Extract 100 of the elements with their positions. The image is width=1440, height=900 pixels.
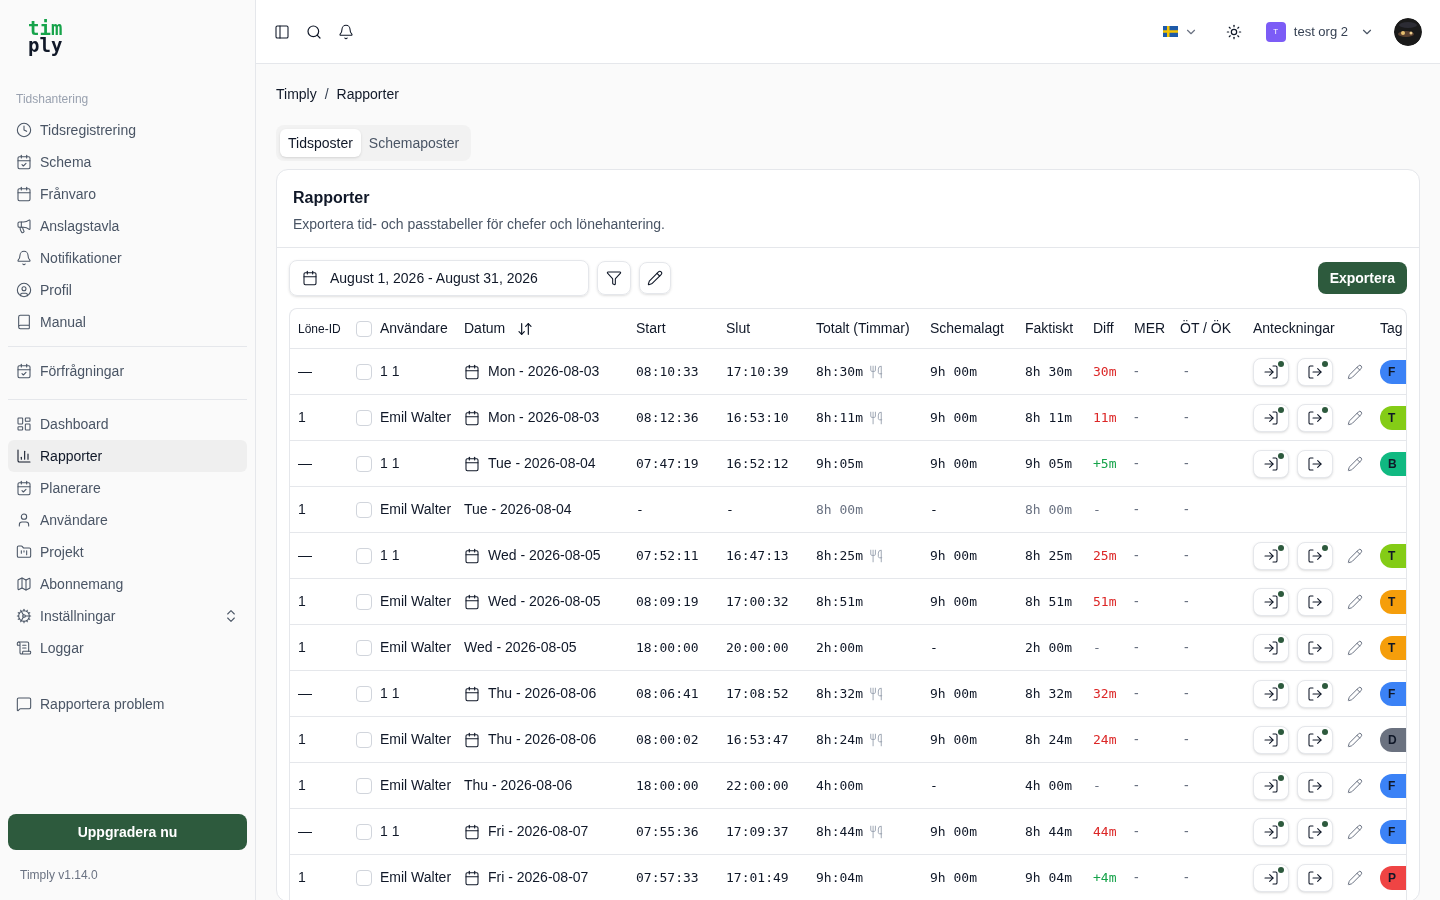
row-checkbox[interactable] — [356, 685, 372, 702]
theme-icon[interactable] — [1225, 23, 1242, 40]
table-cell-text: - — [930, 776, 939, 795]
sidebar-item[interactable]: Tidsregistrering — [8, 114, 247, 146]
clock-in-button[interactable] — [1253, 771, 1289, 800]
org-switcher[interactable]: T test org 2 — [1265, 21, 1374, 42]
row-checkbox[interactable] — [356, 869, 372, 886]
table-cell-text: 9h 00m — [930, 592, 978, 611]
sidebar-item[interactable]: Rapportera problem — [8, 688, 247, 720]
table-cell-text: - — [1134, 362, 1140, 381]
card-title: Rapporter — [293, 188, 371, 208]
sidebar-item[interactable]: Abonnemang — [8, 568, 247, 600]
sidebar-item[interactable]: Frånvaro — [8, 178, 247, 210]
clock-in-button[interactable] — [1253, 587, 1289, 616]
sidebar-item[interactable]: Notifikationer — [8, 242, 247, 274]
sidebar-item[interactable]: Projekt — [8, 536, 247, 568]
row-checkbox[interactable] — [356, 639, 372, 656]
table-cell-text: - — [1134, 684, 1140, 703]
tag-badge: F — [1380, 773, 1406, 798]
sidebar-item[interactable]: Användare — [8, 504, 247, 536]
select-all-checkbox[interactable] — [356, 320, 372, 337]
logo-text: tim — [28, 20, 63, 37]
column-header: Faktiskt — [1025, 319, 1075, 338]
table-cell-text: 8h 11m — [1025, 408, 1073, 427]
clock-in-button[interactable] — [1253, 679, 1289, 708]
table-cell-text: - — [725, 500, 735, 519]
export-button[interactable]: Exportera — [1317, 262, 1407, 294]
row-checkbox[interactable] — [356, 777, 372, 794]
table-cell-text: 8h 25m — [1025, 546, 1073, 565]
table-cell-text: 9h 00m — [930, 868, 978, 887]
clock-out-button[interactable] — [1297, 449, 1333, 478]
row-checkbox[interactable] — [356, 593, 372, 610]
clock-out-button[interactable] — [1297, 357, 1333, 386]
sidebar-item[interactable]: Förfrågningar — [8, 355, 247, 387]
clock-in-button[interactable] — [1253, 357, 1289, 386]
clock-in-button[interactable] — [1253, 817, 1289, 846]
clock-in-button[interactable] — [1253, 449, 1289, 478]
table-cell-text: 8h:32m — [816, 684, 863, 703]
sidebar-item[interactable]: Rapporter — [8, 440, 247, 472]
table-cell-text: 1 1 — [380, 684, 400, 703]
clock-out-button[interactable] — [1297, 403, 1333, 432]
column-header: Schemalagt — [930, 319, 1005, 338]
sidebar-item[interactable]: Profil — [8, 274, 247, 306]
row-checkbox[interactable] — [356, 823, 372, 840]
sidebar-item[interactable]: Manual — [8, 306, 247, 338]
row-checkbox[interactable] — [356, 501, 372, 518]
clock-out-button[interactable] — [1297, 771, 1333, 800]
clock-out-button[interactable] — [1297, 679, 1333, 708]
sidebar-item-label: Schema — [40, 152, 93, 172]
sidebar-item[interactable]: Dashboard — [8, 408, 247, 440]
tab[interactable]: Schemaposter — [360, 129, 468, 157]
filter-button[interactable] — [597, 261, 631, 295]
upgrade-button[interactable]: Uppgradera nu — [8, 814, 247, 850]
table-cell-text: - — [1134, 408, 1140, 427]
log-out-icon — [1307, 363, 1323, 380]
row-checkbox[interactable] — [356, 455, 372, 472]
language-button[interactable] — [1162, 24, 1198, 39]
sidebar-item[interactable]: Schema — [8, 146, 247, 178]
sidebar-item[interactable]: Planerare — [8, 472, 247, 504]
edit-button[interactable] — [639, 262, 671, 294]
row-checkbox[interactable] — [356, 409, 372, 426]
row-checkbox[interactable] — [356, 363, 372, 380]
org-name: test org 2 — [1293, 22, 1348, 41]
clock-in-button[interactable] — [1253, 403, 1289, 432]
row-checkbox[interactable] — [356, 731, 372, 748]
clock-out-button[interactable] — [1297, 541, 1333, 570]
clock-in-button[interactable] — [1253, 541, 1289, 570]
sidebar-item[interactable]: Anslagstavla — [8, 210, 247, 242]
search-icon[interactable] — [306, 23, 322, 40]
table-cell-text: - — [1093, 776, 1102, 795]
pencil-icon — [1347, 869, 1363, 886]
table-cell-text: - — [930, 500, 939, 519]
tab[interactable]: Tidsposter — [280, 129, 361, 157]
table-cell-text: 1 — [297, 408, 307, 427]
sidebar-item[interactable]: Loggar — [8, 632, 247, 664]
clock-in-button[interactable] — [1253, 863, 1289, 892]
sidebar-item[interactable]: Inställningar — [8, 600, 247, 632]
sidebar-toggle-icon[interactable] — [274, 23, 290, 40]
clock-in-button[interactable] — [1253, 725, 1289, 754]
bell-icon[interactable] — [338, 23, 354, 40]
table-cell-text: 8h 00m — [816, 500, 863, 519]
sidebar-item-label: Inställningar — [40, 606, 117, 626]
date-range-button[interactable]: August 1, 2026 - August 31, 2026 — [289, 260, 589, 296]
breadcrumb-link[interactable]: Timply — [276, 84, 317, 105]
clock-out-button[interactable] — [1297, 725, 1333, 754]
clock-out-button[interactable] — [1297, 863, 1333, 892]
row-checkbox[interactable] — [356, 547, 372, 564]
column-header: Totalt (Timmar) — [815, 319, 911, 338]
table-cell-text: - — [1183, 500, 1190, 519]
sort-header[interactable]: Datum — [464, 318, 632, 339]
table-cell-text: 07:55:36 — [635, 822, 700, 841]
pencil-icon — [1347, 777, 1363, 794]
clock-out-button[interactable] — [1297, 587, 1333, 616]
logo-text: ply — [28, 37, 63, 54]
clock-out-button[interactable] — [1297, 633, 1333, 662]
table-cell-text: 1 — [297, 730, 307, 749]
folder-icon — [16, 544, 32, 560]
clock-out-button[interactable] — [1297, 817, 1333, 846]
bar-chart-icon — [16, 448, 32, 464]
clock-in-button[interactable] — [1253, 633, 1289, 662]
